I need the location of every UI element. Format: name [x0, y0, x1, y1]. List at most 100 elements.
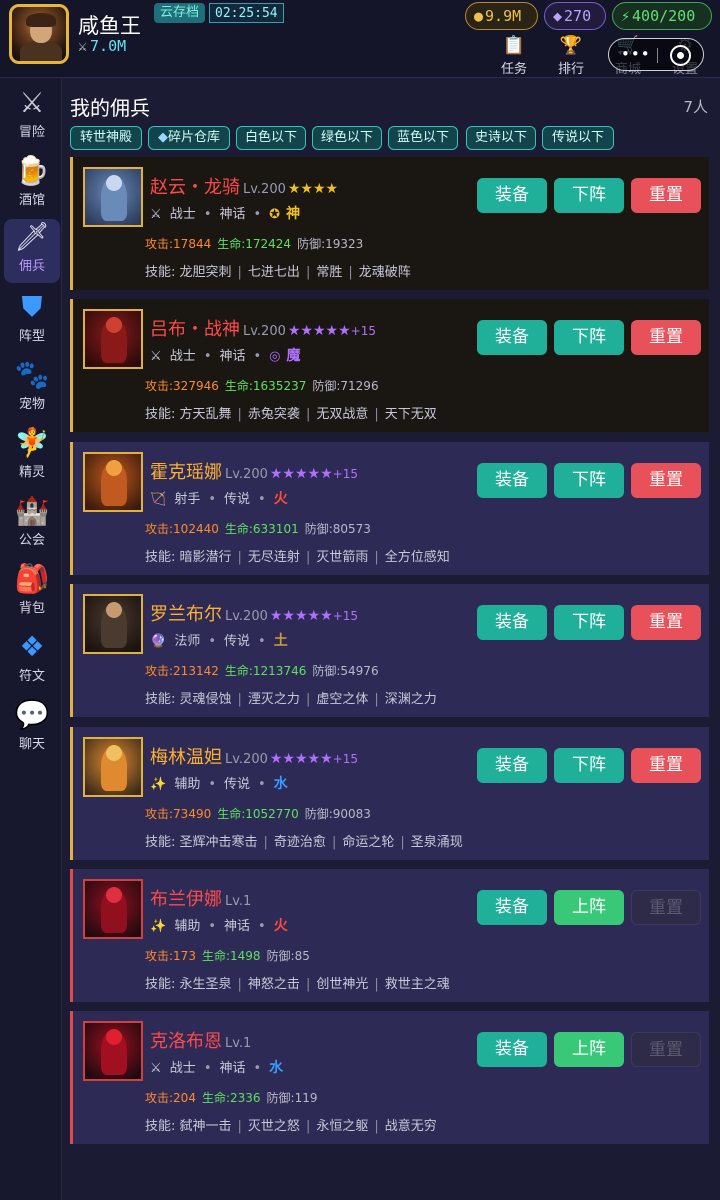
unassign-button[interactable]: 下阵 — [554, 320, 624, 355]
player-avatar[interactable] — [9, 4, 69, 64]
hero-portrait[interactable] — [83, 1021, 143, 1081]
rank-button[interactable]: 🏆 排行 — [549, 34, 593, 77]
filter-white[interactable]: 白色以下 — [236, 126, 306, 150]
sidebar-label: 阵型 — [18, 329, 45, 344]
mercenary-card[interactable]: 罗兰布尔 Lv.200 ★★★★★+15 🔮 法师 • 传说 • 土 攻击:213142 生命… — [70, 584, 709, 717]
reset-button[interactable]: 重置 — [631, 463, 701, 498]
filter-epic[interactable]: 史诗以下 — [466, 126, 536, 150]
equip-button[interactable]: 装备 — [477, 1032, 547, 1067]
hero-element: 神 — [286, 206, 301, 222]
sidebar-item-spirit[interactable]: 🧚 精灵 — [4, 425, 60, 489]
hero-portrait[interactable] — [83, 737, 143, 797]
gold-coin-icon: ● — [474, 7, 484, 25]
skill-name[interactable]: 神怒之击 — [248, 977, 300, 992]
sidebar-item-formation[interactable]: ⛊ 阵型 — [4, 289, 60, 353]
equip-button[interactable]: 装备 — [477, 178, 547, 213]
skill-name[interactable]: 弑神一击 — [180, 1119, 232, 1134]
sidebar-item-chat[interactable]: 💬 聊天 — [4, 697, 60, 761]
filter-green[interactable]: 绿色以下 — [312, 126, 382, 150]
skill-name[interactable]: 创世神光 — [316, 977, 368, 992]
crossed-swords-icon: ⚔ — [150, 349, 162, 364]
hero-portrait[interactable] — [83, 167, 143, 227]
skill-separator: | — [374, 977, 379, 992]
separator-dot: • — [258, 919, 266, 934]
hero-portrait[interactable] — [83, 879, 143, 939]
skill-name[interactable]: 灭世箭雨 — [316, 550, 368, 565]
unassign-button[interactable]: 下阵 — [554, 178, 624, 213]
skill-name[interactable]: 湮灭之力 — [248, 692, 300, 707]
skill-name[interactable]: 深渊之力 — [385, 692, 437, 707]
sidebar-item-adventure[interactable]: ⚔ 冒险 — [4, 85, 60, 149]
cloud-save-button[interactable]: 云存档 — [154, 3, 206, 23]
skill-name[interactable]: 天下无双 — [385, 407, 437, 422]
skill-name[interactable]: 圣辉冲击寒击 — [180, 835, 258, 850]
gold-counter[interactable]: ● 9.9M — [465, 2, 538, 30]
skill-name[interactable]: 龙胆突刺 — [180, 265, 232, 280]
sidebar-item-tavern[interactable]: 🍺 酒馆 — [4, 153, 60, 217]
skill-name[interactable]: 命运之轮 — [342, 835, 394, 850]
sidebar-item-mercenary[interactable]: 🗡 佣兵 — [4, 219, 60, 283]
sidebar-item-backpack[interactable]: 🎒 背包 — [4, 561, 60, 625]
hero-portrait[interactable] — [83, 452, 143, 512]
close-target-icon[interactable] — [670, 45, 691, 66]
skill-name[interactable]: 永生圣泉 — [180, 977, 232, 992]
skill-name[interactable]: 永恒之躯 — [316, 1119, 368, 1134]
mercenary-card[interactable]: 吕布・战神 Lv.200 ★★★★★+15 ⚔ 战士 • 神话 • ◎ 魔 攻击:327946… — [70, 299, 709, 432]
energy-counter[interactable]: ⚡ 400/200 — [612, 2, 712, 30]
skill-name[interactable]: 虚空之体 — [316, 692, 368, 707]
equip-button[interactable]: 装备 — [477, 605, 547, 640]
skill-name[interactable]: 无尽连射 — [248, 550, 300, 565]
gem-counter[interactable]: ◆ 270 — [544, 2, 606, 30]
reset-button[interactable]: 重置 — [631, 320, 701, 355]
reset-button[interactable]: 重置 — [631, 178, 701, 213]
filter-fragment-storage[interactable]: ◆碎片仓库 — [148, 126, 230, 150]
filter-legendary[interactable]: 传说以下 — [542, 126, 614, 150]
hero-star-plus: +15 — [332, 752, 358, 766]
skill-name[interactable]: 赤兔突袭 — [248, 407, 300, 422]
hero-portrait[interactable] — [83, 309, 143, 369]
task-button[interactable]: 📋 任务 — [492, 34, 536, 77]
hero-skills: 技能: 永生圣泉 | 神怒之击 | 创世神光 | 救世主之魂 — [145, 973, 450, 992]
skill-name[interactable]: 灵魂侵蚀 — [180, 692, 232, 707]
equip-button[interactable]: 装备 — [477, 748, 547, 783]
reset-button[interactable]: 重置 — [631, 748, 701, 783]
skill-name[interactable]: 暗影潜行 — [180, 550, 232, 565]
more-dots-icon[interactable]: ••• — [621, 45, 651, 63]
skill-name[interactable]: 奇迹治愈 — [274, 835, 326, 850]
skill-name[interactable]: 全方位感知 — [385, 550, 450, 565]
skill-name[interactable]: 龙魂破阵 — [359, 265, 411, 280]
mercenary-card[interactable]: 赵云・龙骑 Lv.200 ★★★★ ⚔ 战士 • 神话 • ✪ 神 攻击:17844 生命:17… — [70, 157, 709, 290]
hero-portrait[interactable] — [83, 594, 143, 654]
skill-name[interactable]: 常胜 — [316, 265, 342, 280]
skill-separator: | — [374, 1119, 379, 1134]
hero-name-row: 梅林温妲 Lv.200 ★★★★★+15 — [150, 743, 358, 769]
unassign-button[interactable]: 下阵 — [554, 605, 624, 640]
unassign-button[interactable]: 下阵 — [554, 748, 624, 783]
reset-button[interactable]: 重置 — [631, 605, 701, 640]
skill-name[interactable]: 灭世之怒 — [248, 1119, 300, 1134]
sun-icon: ✪ — [269, 207, 281, 222]
skill-name[interactable]: 七进七出 — [248, 265, 300, 280]
skill-name[interactable]: 无双战意 — [316, 407, 368, 422]
sidebar-item-guild[interactable]: 🏰 公会 — [4, 493, 60, 557]
sidebar-item-rune[interactable]: ❖ 符文 — [4, 629, 60, 693]
skill-name[interactable]: 圣泉涌现 — [411, 835, 463, 850]
mercenary-card[interactable]: 梅林温妲 Lv.200 ★★★★★+15 ✨ 辅助 • 传说 • 水 攻击:73490 生命:… — [70, 727, 709, 860]
equip-button[interactable]: 装备 — [477, 463, 547, 498]
crossed-swords-icon: ⚔ — [78, 37, 88, 55]
mercenary-card[interactable]: 霍克瑶娜 Lv.200 ★★★★★+15 🏹 射手 • 传说 • 火 攻击:102440 生命… — [70, 442, 709, 575]
equip-button[interactable]: 装备 — [477, 890, 547, 925]
sidebar-item-pet[interactable]: 🐾 宠物 — [4, 357, 60, 421]
hero-level: Lv.200 — [243, 324, 286, 339]
filter-blue[interactable]: 蓝色以下 — [388, 126, 458, 150]
skill-name[interactable]: 救世主之魂 — [385, 977, 450, 992]
skill-name[interactable]: 战意无穷 — [385, 1119, 437, 1134]
mercenary-card[interactable]: 布兰伊娜 Lv.1 ✨ 辅助 • 神话 • 火 攻击:173 生命:1498 防御:85 技能… — [70, 869, 709, 1002]
equip-button[interactable]: 装备 — [477, 320, 547, 355]
assign-button[interactable]: 上阵 — [554, 1032, 624, 1067]
skill-name[interactable]: 方天乱舞 — [180, 407, 232, 422]
mercenary-card[interactable]: 克洛布恩 Lv.1 ⚔ 战士 • 神话 • 水 攻击:204 生命:2336 防御:119 技… — [70, 1011, 709, 1144]
filter-reincarnation-temple[interactable]: 转世神殿 — [70, 126, 142, 150]
assign-button[interactable]: 上阵 — [554, 890, 624, 925]
unassign-button[interactable]: 下阵 — [554, 463, 624, 498]
